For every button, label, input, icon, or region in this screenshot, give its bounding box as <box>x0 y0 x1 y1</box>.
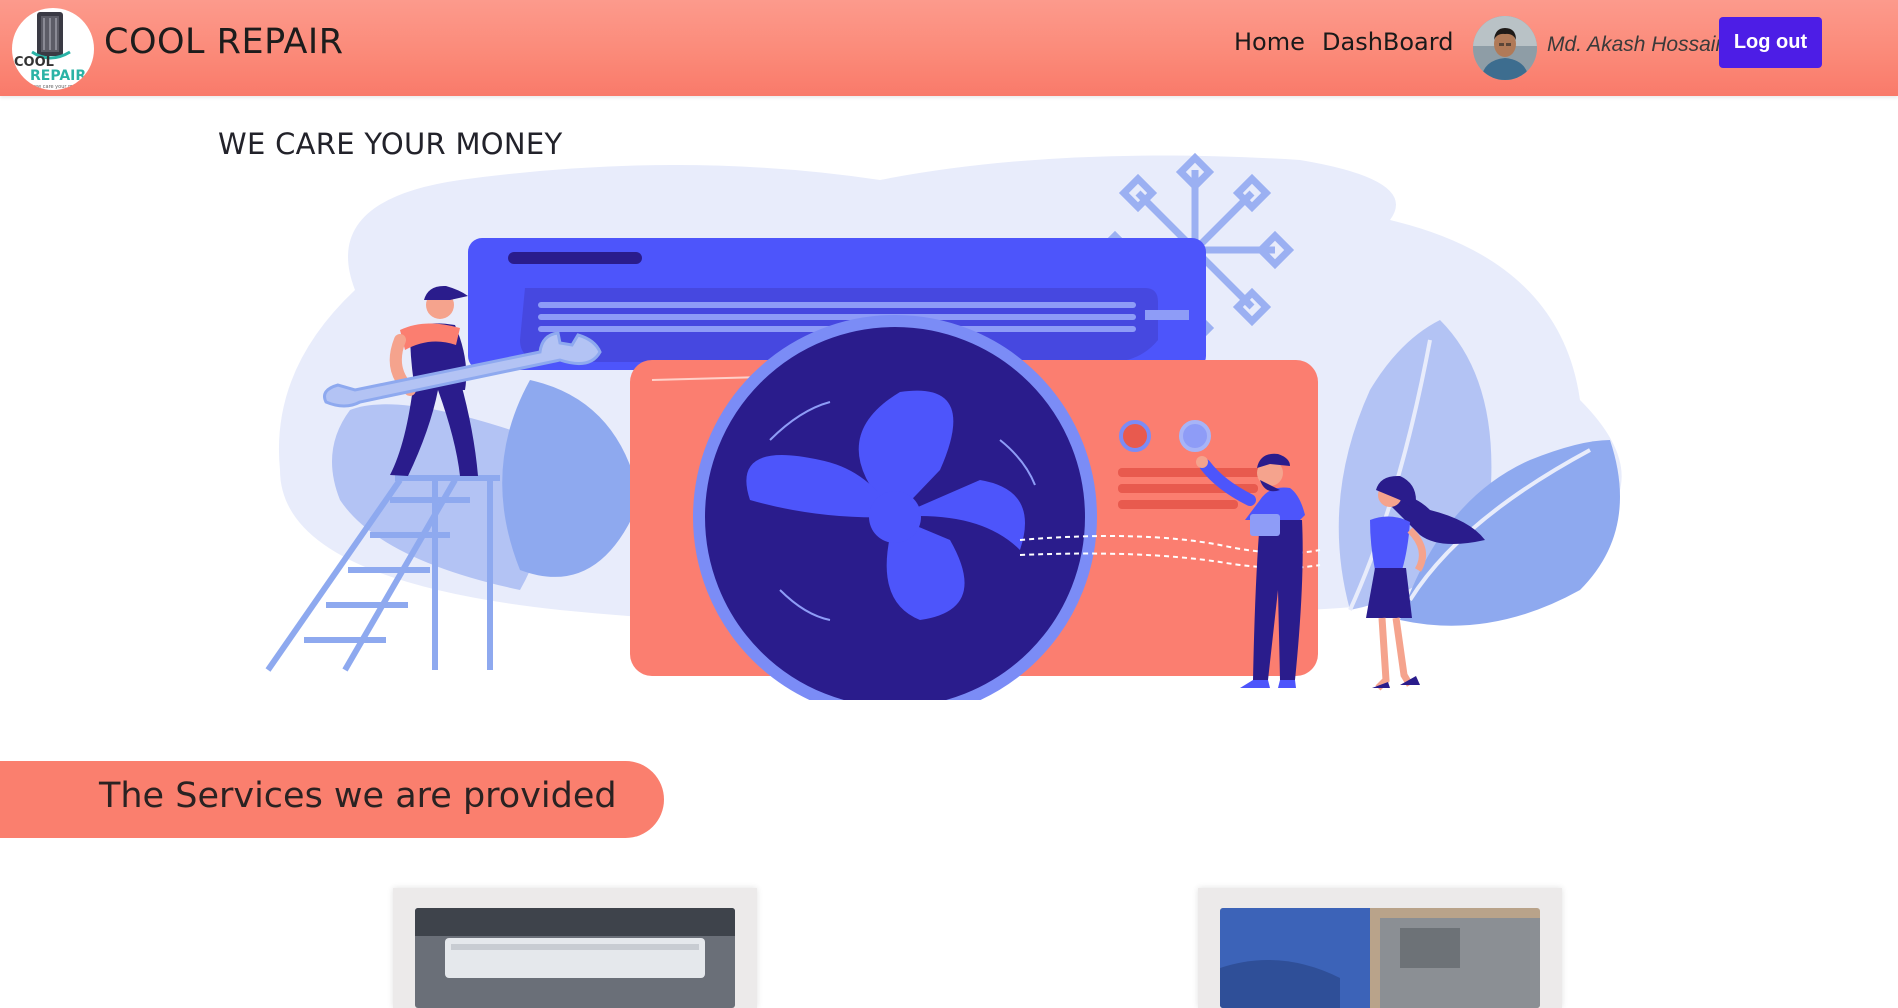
service-card[interactable] <box>393 888 757 1008</box>
navbar: COOL REPAIR we care your money COOL REPA… <box>0 0 1898 96</box>
brand-logo[interactable]: COOL REPAIR we care your money <box>12 8 94 90</box>
logo-tagline: we care your money <box>34 84 85 90</box>
hero-illustration <box>260 140 1650 719</box>
ac-unit-logo-icon: COOL REPAIR we care your money <box>14 12 86 90</box>
user-avatar[interactable] <box>1473 16 1537 80</box>
ac-repair-illustration-icon <box>265 152 1622 719</box>
technician-photo-icon <box>1220 908 1540 1008</box>
services-banner: The Services we are provided <box>0 761 664 838</box>
nav-link-home[interactable]: Home <box>1234 28 1305 56</box>
service-card[interactable] <box>1198 888 1562 1008</box>
service-card-image <box>1220 908 1540 1008</box>
ac-service-photo-icon <box>415 908 735 1008</box>
brand-name[interactable]: COOL REPAIR <box>104 22 344 62</box>
service-card-image <box>415 908 735 1008</box>
logout-button[interactable]: Log out <box>1719 17 1822 68</box>
user-photo-icon <box>1473 16 1537 80</box>
user-name: Md. Akash Hossain <box>1547 33 1728 56</box>
logo-word-repair: REPAIR <box>30 68 86 84</box>
services-title: The Services we are provided <box>99 776 617 816</box>
nav-link-dashboard[interactable]: DashBoard <box>1322 28 1453 56</box>
